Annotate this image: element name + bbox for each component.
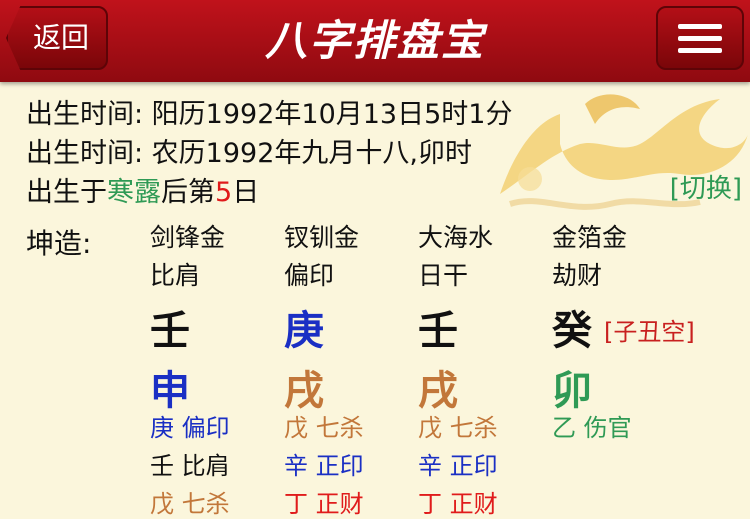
heavenly-stem: 癸 bbox=[552, 308, 592, 354]
menu-icon bbox=[678, 24, 722, 29]
hidden-stem: 丁 正财 bbox=[284, 490, 364, 518]
hidden-stem: 丁 正财 bbox=[418, 490, 498, 518]
kong-note: [子丑空] bbox=[604, 318, 695, 346]
hidden-stem: 戊 七杀 bbox=[284, 414, 364, 442]
solar-term-line: 出生于寒露后第5日 bbox=[26, 170, 259, 209]
heavenly-stem: 壬 bbox=[418, 308, 458, 354]
hidden-stem: 辛 正印 bbox=[418, 452, 498, 480]
term-suffix: 日 bbox=[232, 177, 260, 208]
switch-calendar-link[interactable]: [切换] bbox=[670, 168, 742, 205]
heavenly-stem: 壬 bbox=[150, 308, 190, 354]
hidden-stem: 庚 偏印 bbox=[150, 414, 230, 442]
term-prefix: 出生于 bbox=[26, 177, 107, 208]
app-title: 八字排盘宝 bbox=[264, 16, 485, 65]
hidden-stem: 辛 正印 bbox=[284, 452, 364, 480]
nayin-label: 金箔金 bbox=[552, 223, 628, 252]
hidden-stem: 乙 伤官 bbox=[552, 414, 632, 442]
heavenly-stem: 庚 bbox=[284, 308, 324, 354]
ten-god-label: 比肩 bbox=[150, 261, 201, 290]
ten-god-label: 偏印 bbox=[284, 261, 335, 290]
menu-icon-bar bbox=[678, 36, 722, 41]
nayin-label: 钗钏金 bbox=[284, 223, 360, 252]
term-day: 5 bbox=[215, 177, 233, 208]
term-mid: 后第 bbox=[161, 177, 215, 208]
solar-term-name: 寒露 bbox=[107, 177, 161, 208]
chart-label: 坤造: bbox=[26, 227, 92, 260]
hidden-stem: 壬 比肩 bbox=[150, 452, 230, 480]
menu-button[interactable] bbox=[656, 6, 744, 70]
ten-god-label: 日干 bbox=[418, 261, 469, 290]
solar-birth-time: 出生时间: 阳历1992年10月13日5时1分 bbox=[26, 99, 513, 130]
lunar-birth-time: 出生时间: 农历1992年九月十八,卯时 bbox=[26, 138, 472, 169]
top-bar: 返回 八字排盘宝 bbox=[0, 0, 750, 82]
nayin-label: 大海水 bbox=[418, 223, 494, 252]
hidden-stem: 戊 七杀 bbox=[150, 490, 230, 518]
nayin-label: 剑锋金 bbox=[150, 223, 226, 252]
ten-god-label: 劫财 bbox=[552, 261, 603, 290]
hidden-stem: 戊 七杀 bbox=[418, 414, 498, 442]
menu-icon-bar bbox=[678, 48, 722, 53]
